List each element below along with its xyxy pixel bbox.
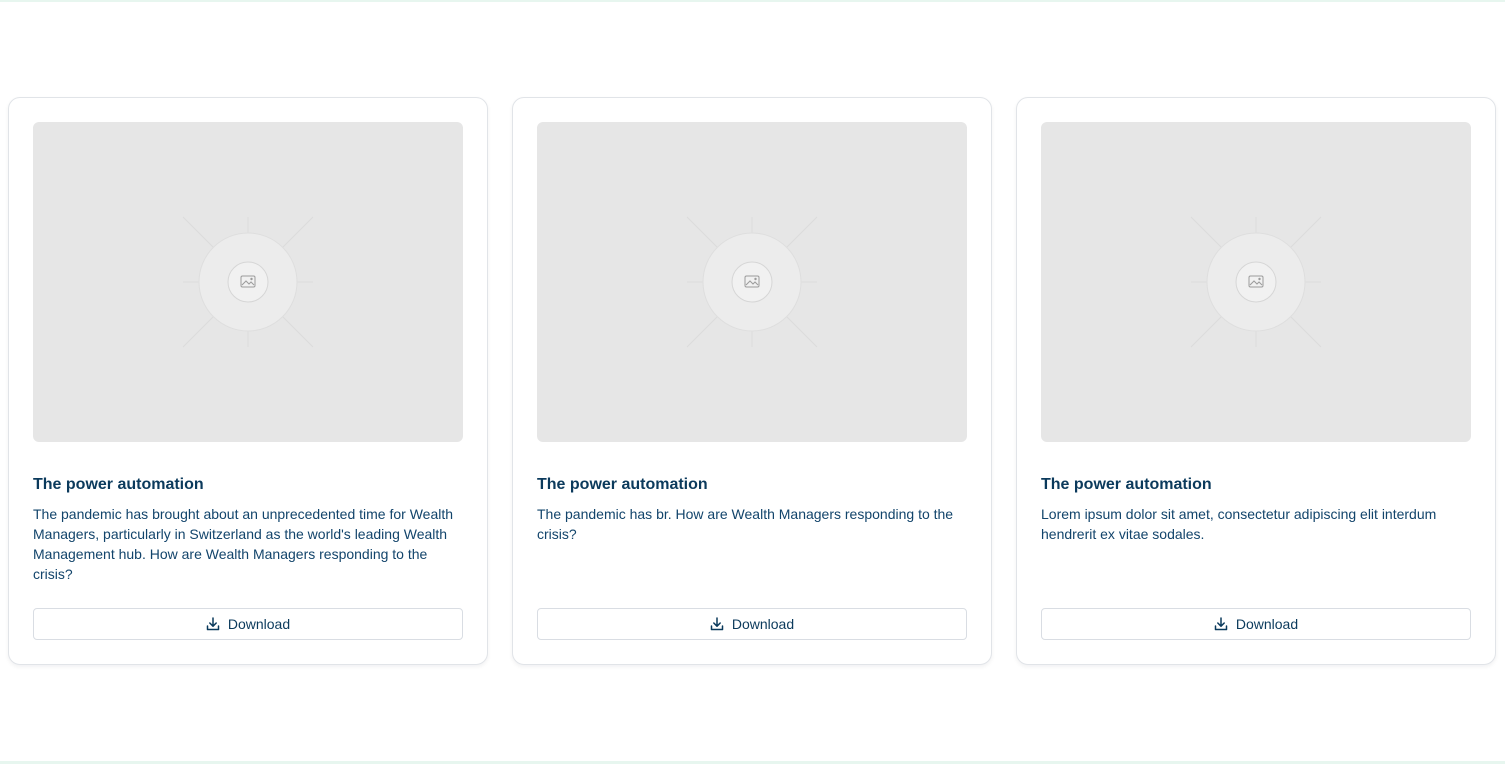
image-placeholder-icon <box>686 216 818 348</box>
image-placeholder-icon <box>182 216 314 348</box>
card-image-placeholder <box>33 122 463 442</box>
card-grid: The power automation The pandemic has br… <box>8 97 1496 665</box>
card-image-placeholder <box>537 122 967 442</box>
download-button-label: Download <box>731 616 795 632</box>
top-divider <box>0 0 1505 2</box>
card-title: The power automation <box>537 476 708 493</box>
card-description: Lorem ipsum dolor sit amet, consectetur … <box>1041 506 1437 542</box>
card-image-placeholder <box>1041 122 1471 442</box>
download-button[interactable]: Download <box>537 608 967 640</box>
download-button-label: Download <box>227 616 291 632</box>
download-button[interactable]: Download <box>33 608 463 640</box>
card-title: The power automation <box>33 476 204 493</box>
resource-card: The power automation Lorem ipsum dolor s… <box>1016 97 1496 665</box>
resource-card: The power automation The pandemic has br… <box>8 97 488 665</box>
download-icon <box>206 617 220 631</box>
resource-card: The power automation The pandemic has br… <box>512 97 992 665</box>
download-button[interactable]: Download <box>1041 608 1471 640</box>
card-description: The pandemic has brought about an unprec… <box>33 506 454 582</box>
card-description: The pandemic has br. How are Wealth Mana… <box>537 506 954 542</box>
image-placeholder-icon <box>1190 216 1322 348</box>
download-button-label: Download <box>1235 616 1299 632</box>
download-icon <box>1214 617 1228 631</box>
card-title: The power automation <box>1041 476 1212 493</box>
download-icon <box>710 617 724 631</box>
